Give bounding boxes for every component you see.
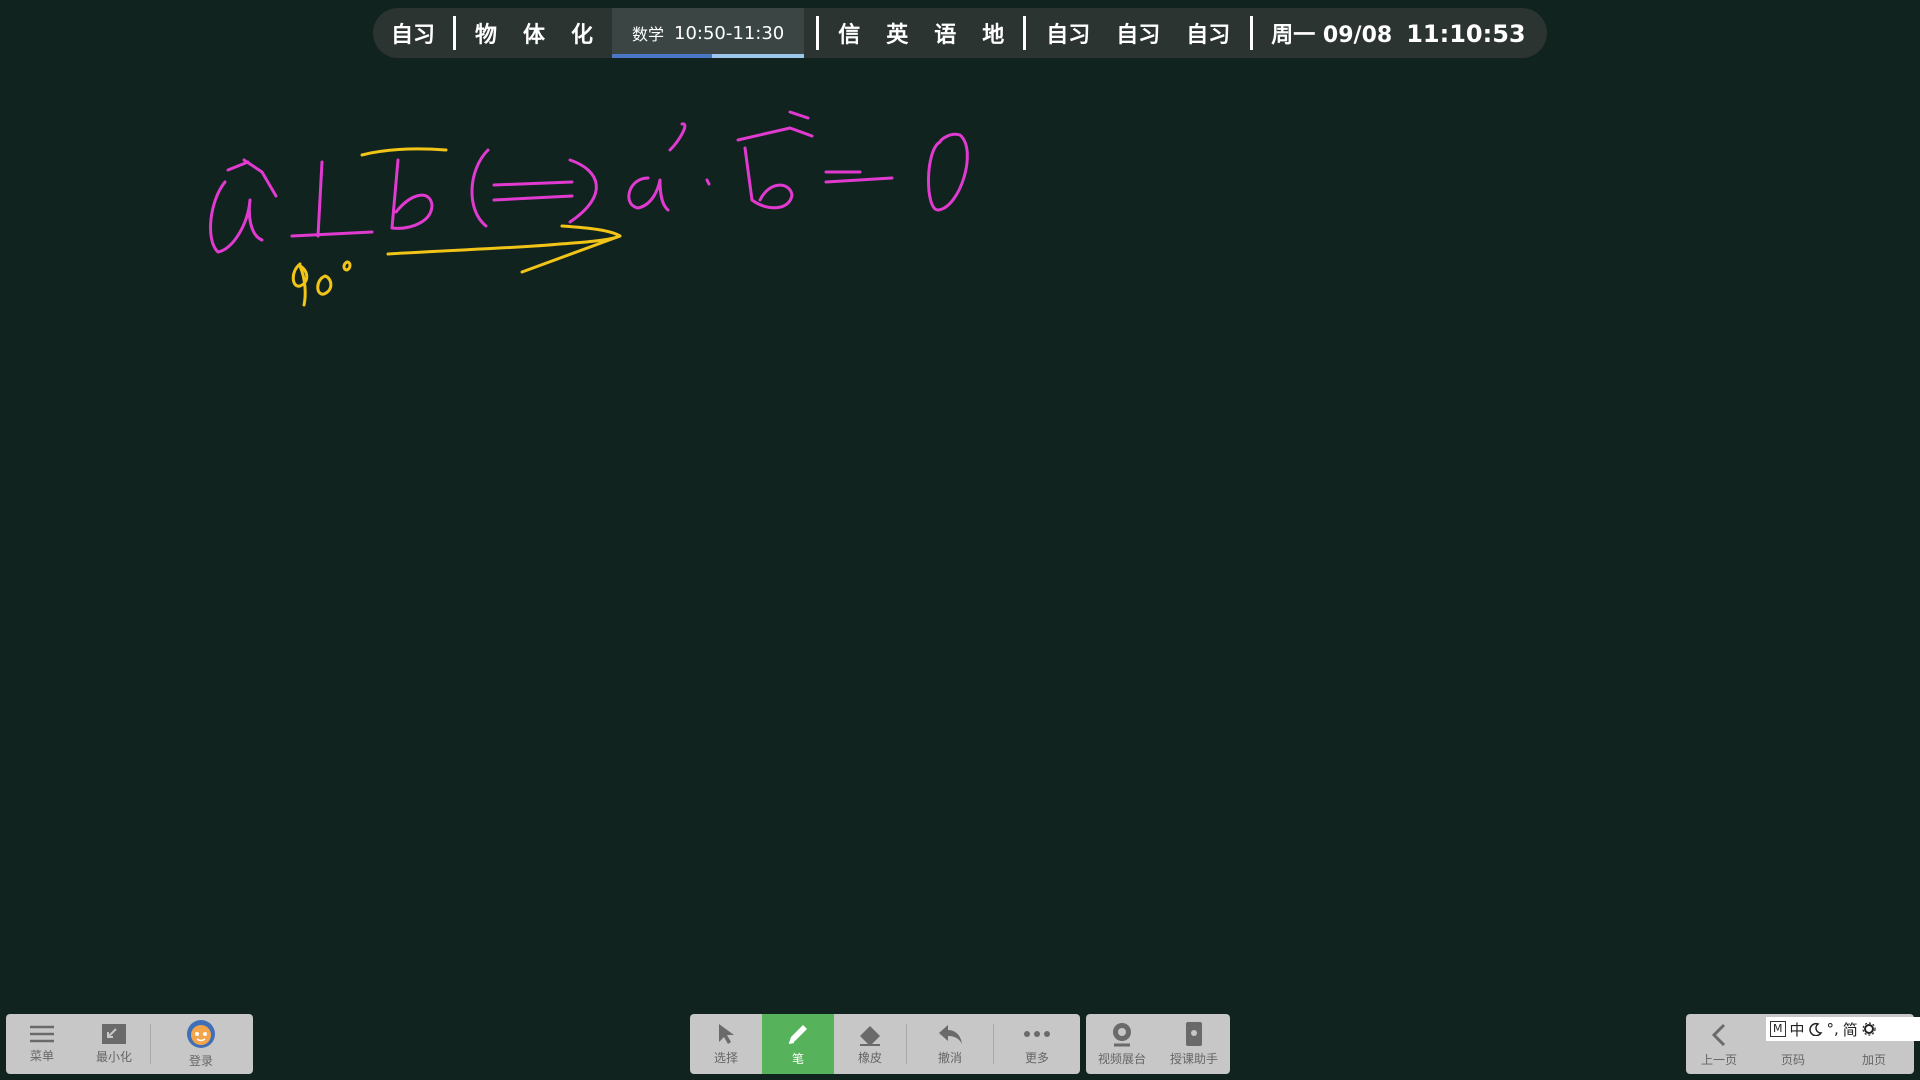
ink-stroke xyxy=(627,176,670,212)
minimize-icon xyxy=(102,1024,126,1044)
more-label: 更多 xyxy=(1024,1051,1049,1065)
minimize-button[interactable]: 最小化 xyxy=(78,1014,150,1074)
add-page-label: 加页 xyxy=(1861,1053,1886,1067)
pen-tool-button[interactable]: 笔 xyxy=(762,1014,834,1074)
select-label: 选择 xyxy=(713,1051,738,1065)
pink-handwriting xyxy=(209,110,969,254)
video-booth-button[interactable]: 视频展台 xyxy=(1086,1014,1158,1074)
evening-1: 自习 xyxy=(1046,23,1091,48)
divider xyxy=(1023,16,1027,50)
teaching-assistant-label: 授课助手 xyxy=(1169,1052,1218,1066)
more-button[interactable]: 更多 xyxy=(994,1014,1080,1074)
prev-page-label: 上一页 xyxy=(1700,1053,1737,1067)
divider xyxy=(816,16,820,50)
eraser-tool-button[interactable]: 橡皮 xyxy=(834,1014,906,1074)
pen-icon xyxy=(788,1025,807,1044)
prev-page-button[interactable]: 上一页 xyxy=(1686,1014,1752,1074)
ime-status-bar: M 中 °, 简 xyxy=(1766,1017,1920,1041)
ink-stroke xyxy=(342,260,352,272)
more-icon xyxy=(1024,1031,1050,1037)
evening-2: 自习 xyxy=(1116,23,1161,48)
date-label: 周一 09/08 xyxy=(1271,23,1393,48)
login-label: 登录 xyxy=(188,1054,213,1068)
teaching-assistant-button[interactable]: 授课助手 xyxy=(1158,1014,1230,1074)
undo-button[interactable]: 撤消 xyxy=(907,1014,993,1074)
ink-stroke xyxy=(668,122,687,152)
ink-stroke xyxy=(291,262,309,307)
yellow-handwriting xyxy=(291,147,622,307)
ink-stroke xyxy=(209,180,264,254)
period-6: 信 xyxy=(838,23,861,48)
ink-stroke xyxy=(470,148,490,228)
eraser-icon xyxy=(860,1026,880,1046)
period-7: 英 xyxy=(886,23,909,48)
ink-stroke xyxy=(927,132,969,212)
menu-button[interactable]: 菜单 xyxy=(6,1014,78,1074)
ink-stroke xyxy=(743,146,794,210)
period-4: 化 xyxy=(570,23,593,48)
clock-label: 11:10:53 xyxy=(1406,20,1526,48)
ime-punctuation-toggle[interactable]: °, xyxy=(1827,1020,1839,1038)
ink-stroke xyxy=(360,147,448,157)
ink-stroke xyxy=(390,158,434,230)
divider xyxy=(1250,16,1254,50)
webcam-icon xyxy=(1113,1023,1131,1047)
divider xyxy=(453,16,456,50)
video-booth-label: 视频展台 xyxy=(1097,1052,1146,1066)
hamburger-icon xyxy=(30,1025,54,1043)
cursor-icon xyxy=(719,1024,734,1044)
ink-stroke xyxy=(316,274,333,296)
ink-stroke xyxy=(316,160,324,238)
ime-language-toggle[interactable]: 中 xyxy=(1790,1019,1805,1040)
period-progress-bar xyxy=(612,54,805,58)
evening-3: 自习 xyxy=(1186,23,1231,48)
eraser-label: 橡皮 xyxy=(857,1051,882,1065)
ime-mode-toggle[interactable]: M xyxy=(1770,1021,1786,1037)
ink-stroke xyxy=(386,234,622,256)
minimize-label: 最小化 xyxy=(95,1050,132,1064)
period-9: 地 xyxy=(982,23,1005,48)
undo-label: 撤消 xyxy=(937,1051,962,1065)
ink-stroke xyxy=(824,170,894,184)
ink-stroke xyxy=(520,224,622,274)
current-time-range: 10:50-11:30 xyxy=(674,22,785,44)
period-progress-fill xyxy=(612,54,712,58)
menu-label: 菜单 xyxy=(29,1049,54,1063)
phone-icon xyxy=(1186,1022,1202,1046)
gear-icon[interactable] xyxy=(1862,1022,1876,1036)
period-8: 语 xyxy=(934,23,957,48)
current-subject: 数学 xyxy=(632,25,665,44)
period-2: 物 xyxy=(474,23,497,48)
ink-stroke xyxy=(788,110,810,120)
left-toolbar: 菜单 最小化 登录 xyxy=(6,1014,253,1074)
tool-toolbar: 选择 笔 橡皮 撤消 更多 xyxy=(690,1014,1080,1074)
whiteboard-canvas[interactable] xyxy=(0,70,1920,1000)
schedule-bar: 自习 物 体 化 数学 10:50-11:30 信 英 语 地 自习 自习 自习… xyxy=(373,8,1547,58)
chevron-left-icon xyxy=(1711,1023,1726,1047)
ink-stroke xyxy=(492,180,574,202)
avatar-icon xyxy=(187,1020,215,1048)
ink-stroke xyxy=(736,126,814,142)
ime-script-toggle[interactable]: 简 xyxy=(1843,1019,1858,1040)
teaching-toolbar: 视频展台 授课助手 xyxy=(1086,1014,1230,1074)
ink-stroke xyxy=(568,158,598,224)
page-number-label: 页码 xyxy=(1780,1053,1805,1067)
ink-stroke xyxy=(290,230,374,238)
pen-label: 笔 xyxy=(791,1052,804,1066)
ink-stroke xyxy=(226,158,278,198)
ink-stroke xyxy=(705,178,711,186)
select-tool-button[interactable]: 选择 xyxy=(690,1014,762,1074)
period-1: 自习 xyxy=(390,23,435,48)
login-button[interactable]: 登录 xyxy=(151,1014,251,1074)
period-3: 体 xyxy=(522,23,545,48)
datetime: 周一 09/08 11:10:53 xyxy=(1271,17,1525,49)
current-period: 数学 10:50-11:30 xyxy=(612,8,805,58)
undo-icon xyxy=(939,1025,962,1044)
moon-icon[interactable] xyxy=(1808,1022,1823,1036)
